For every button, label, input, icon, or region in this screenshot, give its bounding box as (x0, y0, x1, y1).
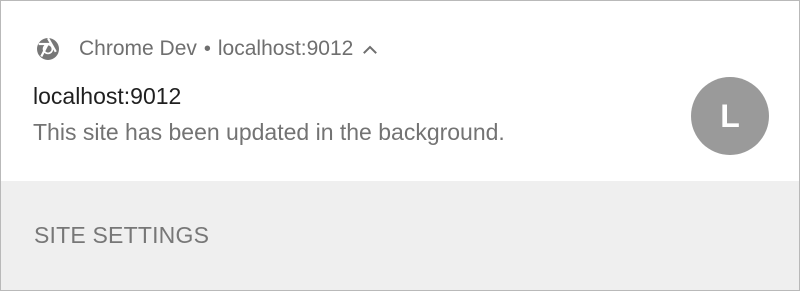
app-name: Chrome Dev (79, 37, 197, 60)
chevron-up-icon[interactable] (362, 43, 378, 55)
notification-origin: localhost:9012 (217, 37, 354, 60)
notification-card[interactable]: Chrome Dev • localhost:9012 localhost:90… (1, 1, 799, 181)
notification-header: Chrome Dev • localhost:9012 (33, 35, 378, 63)
notification-title: localhost:9012 (33, 83, 182, 109)
notification-actions: SITE SETTINGS (1, 181, 799, 290)
notification-message: This site has been updated in the backgr… (33, 119, 505, 145)
header-separator: • (203, 38, 211, 60)
notification-screenshot: Chrome Dev • localhost:9012 localhost:90… (0, 0, 800, 291)
avatar: L (691, 77, 769, 155)
chrome-icon (33, 34, 63, 64)
site-settings-button[interactable]: SITE SETTINGS (34, 220, 209, 250)
